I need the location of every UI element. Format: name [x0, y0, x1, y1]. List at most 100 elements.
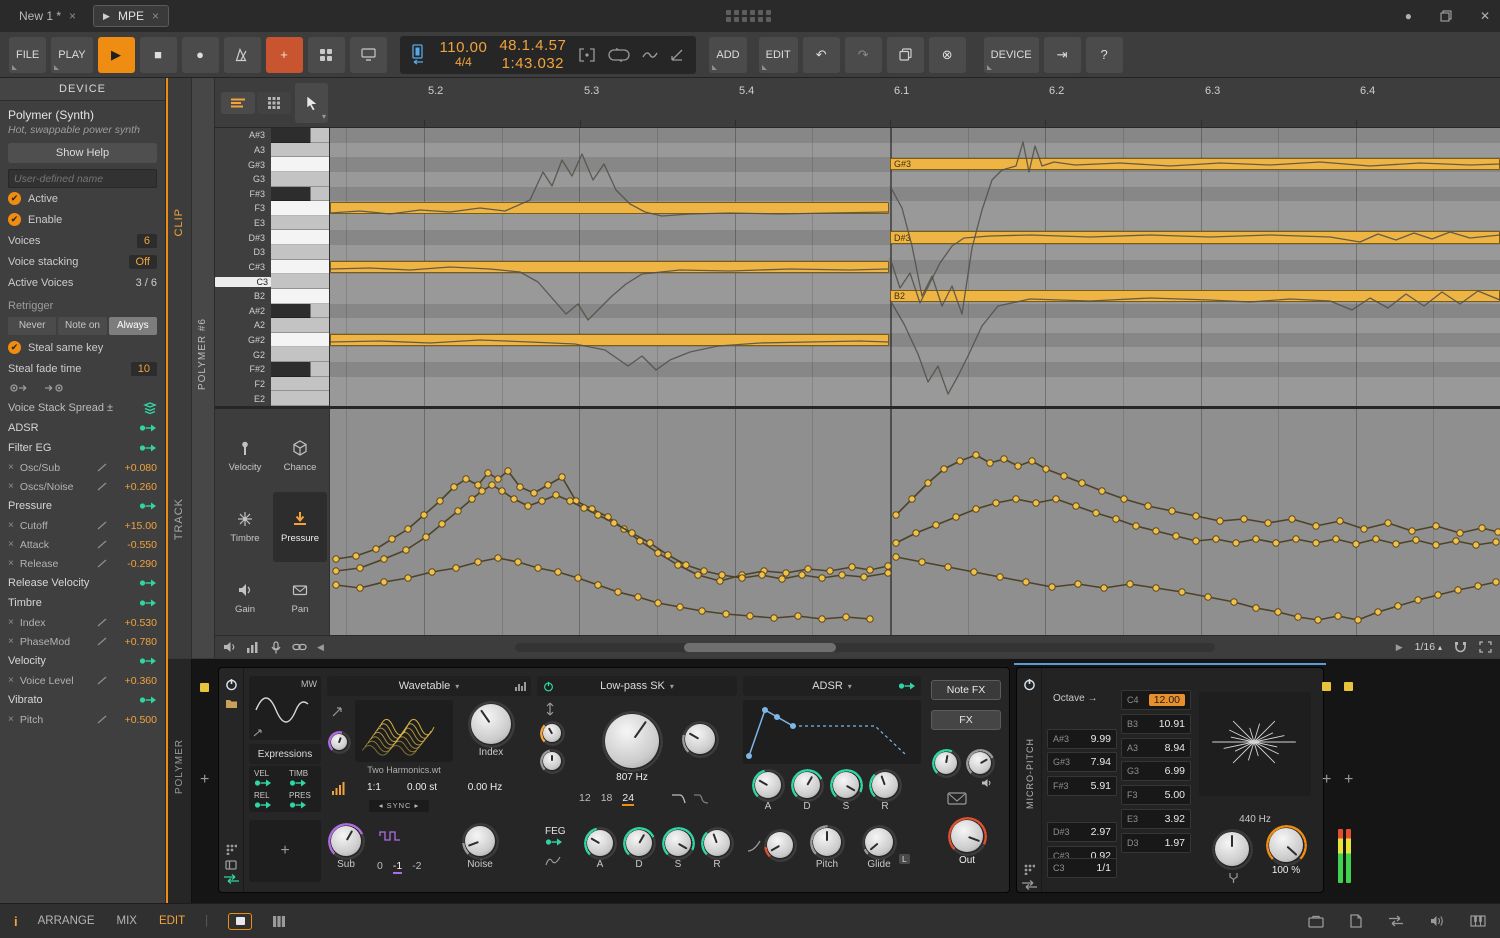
piano-key-F3[interactable]: F3: [215, 201, 329, 216]
key-G2[interactable]: [271, 347, 329, 362]
mod-target-row[interactable]: ×Osc/Sub+0.080: [0, 458, 165, 477]
slope-curve2-icon[interactable]: [693, 792, 709, 804]
add-device-button[interactable]: +: [1344, 771, 1353, 789]
pitch-wheel-display[interactable]: [1199, 692, 1311, 796]
file-button[interactable]: FILE: [9, 37, 46, 73]
tempo-value[interactable]: 110.00: [440, 39, 488, 56]
record-button[interactable]: ●: [182, 37, 219, 73]
browser-panel-icon[interactable]: [1350, 914, 1362, 928]
remove-target-icon[interactable]: ×: [8, 617, 14, 628]
note-grid[interactable]: G#3D#3B2: [330, 128, 1500, 406]
play-button[interactable]: ▶: [98, 37, 135, 73]
fit-view-icon[interactable]: [1479, 641, 1492, 653]
noise-knob[interactable]: [465, 826, 495, 856]
tempo-display[interactable]: 110.00 4/4: [440, 39, 488, 70]
note-fx-tab[interactable]: Note FX: [931, 680, 1001, 700]
mpe-icon[interactable]: [270, 641, 282, 654]
preset-folder-icon[interactable]: [225, 698, 238, 709]
statusbar-arrange[interactable]: ARRANGE: [38, 915, 95, 927]
modulation-routes-icon[interactable]: [223, 874, 240, 884]
resolution-up-icon[interactable]: ▴: [1438, 643, 1442, 652]
link-icon[interactable]: [292, 642, 307, 652]
sync-toggle[interactable]: ◂ SYNC ▸: [369, 800, 429, 812]
mod-target-row[interactable]: ×Cutoff+15.00: [0, 516, 165, 535]
feg-a-knob[interactable]: [587, 830, 613, 856]
slope-curve-icon[interactable]: [671, 792, 687, 804]
bend-curve-icon[interactable]: [747, 840, 761, 852]
mod-target-row[interactable]: ×Pitch+0.500: [0, 710, 165, 729]
piano-key-F#3[interactable]: F#3: [215, 187, 329, 202]
project-panel-icon[interactable]: [1308, 915, 1324, 928]
expression-tab-timbre[interactable]: Timbre: [218, 492, 272, 562]
micropitch-C3[interactable]: C31/1: [1047, 858, 1117, 878]
piano-key-D#3[interactable]: D#3: [215, 230, 329, 245]
piano-key-G3[interactable]: G3: [215, 172, 329, 187]
expression-tab-velocity[interactable]: Velocity: [218, 421, 272, 491]
voice-stack-spread-row[interactable]: Voice Stack Spread ±: [0, 397, 165, 418]
expression-tab-pan[interactable]: Pan: [273, 563, 327, 633]
env-follow-icon[interactable]: [947, 792, 967, 805]
mod-amount-value[interactable]: +15.00: [113, 520, 157, 532]
glide-knob[interactable]: [865, 828, 893, 856]
device-name-input[interactable]: [8, 169, 157, 188]
pitch-knob[interactable]: [813, 828, 841, 856]
sub-octave-minus1[interactable]: -1: [393, 860, 402, 874]
micropitch-E3[interactable]: E33.92: [1121, 809, 1191, 829]
fx-tab[interactable]: FX: [931, 710, 1001, 730]
expression-source-vel[interactable]: VEL: [251, 768, 285, 789]
key-G#2[interactable]: [271, 333, 329, 348]
piano-key-G2[interactable]: G2: [215, 347, 329, 362]
redo-button[interactable]: ↷: [845, 37, 882, 73]
mod-target-row[interactable]: ×Oscs/Noise+0.260: [0, 477, 165, 496]
mod-target-row[interactable]: ×Release-0.290: [0, 554, 165, 573]
adsr-r-knob[interactable]: [872, 772, 898, 798]
mod-source-adsr[interactable]: ADSR: [0, 418, 165, 438]
monitor-speaker-icon[interactable]: [981, 778, 992, 788]
timeline-ruler[interactable]: 5.25.35.46.16.26.36.4: [330, 78, 1500, 128]
key-G3[interactable]: [271, 172, 329, 187]
mod-amount-value[interactable]: +0.080: [113, 462, 157, 474]
mod-amount-value[interactable]: +0.500: [113, 714, 157, 726]
mod-source-vibrato[interactable]: Vibrato: [0, 690, 165, 710]
key-C3[interactable]: [271, 274, 329, 289]
key-A#2[interactable]: [271, 304, 329, 319]
key-F#2[interactable]: [271, 362, 329, 377]
piano-key-C3[interactable]: C3: [215, 274, 329, 289]
adsr-s-knob[interactable]: [833, 772, 859, 798]
piano-key-D3[interactable]: D3: [215, 245, 329, 260]
tab-track[interactable]: TRACK: [173, 498, 185, 540]
micropitch-A#3[interactable]: A#39.99: [1047, 729, 1117, 749]
filter-type-selector[interactable]: Low-pass SK▾: [537, 676, 737, 696]
expression-tab-gain[interactable]: Gain: [218, 563, 272, 633]
micropitch-value[interactable]: 1/1: [1096, 862, 1111, 874]
remove-target-icon[interactable]: ×: [8, 558, 14, 569]
remove-target-icon[interactable]: ×: [8, 714, 14, 725]
audio-engine-icon[interactable]: [1430, 915, 1444, 927]
fill-icon[interactable]: [670, 47, 684, 63]
adsr-d-knob[interactable]: [794, 772, 820, 798]
micropitch-D#3[interactable]: D#32.97: [1047, 822, 1117, 842]
add-button[interactable]: ADD: [709, 37, 746, 73]
voice-route-in-icon[interactable]: [44, 383, 64, 393]
time-value[interactable]: 1:43.032: [499, 55, 566, 72]
osc-type-selector[interactable]: Wavetable▾: [327, 676, 531, 696]
duplicate-button[interactable]: [887, 37, 924, 73]
toggle-enable[interactable]: ✔Enable: [0, 209, 165, 230]
wavetable-file[interactable]: Two Harmonics.wt: [345, 765, 463, 775]
remove-target-icon[interactable]: ×: [8, 636, 14, 647]
audition-icon[interactable]: [223, 641, 236, 653]
show-help-button[interactable]: Show Help: [8, 143, 157, 163]
info-button[interactable]: i: [14, 914, 18, 929]
piano-key-G#3[interactable]: G#3: [215, 157, 329, 172]
piano-key-F2[interactable]: F2: [215, 377, 329, 392]
retrigger-option-always[interactable]: Always: [109, 317, 157, 335]
feg-r-knob[interactable]: [704, 830, 730, 856]
lane-name[interactable]: POLYMER #6: [197, 318, 208, 390]
piano-key-E3[interactable]: E3: [215, 216, 329, 231]
remove-target-icon[interactable]: ×: [8, 462, 14, 473]
expression-source-pres[interactable]: PRES: [286, 790, 320, 811]
horizontal-scrollbar[interactable]: [515, 643, 1215, 652]
filter-cutoff-knob[interactable]: [605, 714, 659, 768]
mod-source-release-velocity[interactable]: Release Velocity: [0, 573, 165, 593]
piano-key-C#3[interactable]: C#3: [215, 260, 329, 275]
